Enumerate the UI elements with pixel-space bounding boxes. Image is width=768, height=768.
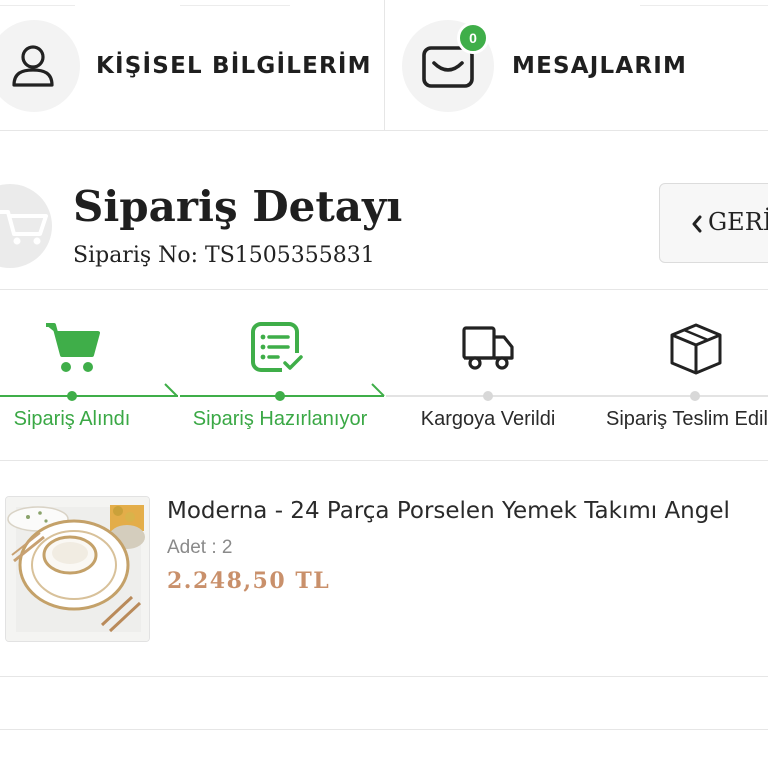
- product-name[interactable]: Moderna - 24 Parça Porselen Yemek Takımı…: [167, 498, 730, 524]
- step-label: Sipariş Hazırlanıyor: [192, 408, 368, 430]
- messages-badge: 0: [457, 22, 489, 54]
- checklist-icon: [251, 322, 304, 373]
- order-item: Moderna - 24 Parça Porselen Yemek Takımı…: [0, 462, 768, 677]
- product-quantity: Adet : 2: [167, 537, 233, 558]
- back-button-label: GERİ: [708, 208, 768, 236]
- step-dot: [483, 391, 493, 401]
- account-nav: KİŞİSEL BİLGİLERİM 0 MESAJLARIM: [0, 0, 768, 131]
- step-label: Sipariş Teslim Edildi: [606, 408, 768, 430]
- nav-item-messages[interactable]: 0 MESAJLARIM: [385, 20, 768, 112]
- nav-messages-label: MESAJLARIM: [512, 53, 688, 79]
- top-edge-line: [640, 0, 768, 6]
- progress-step-shipped: Kargoya Verildi: [386, 291, 586, 461]
- chevron-left-icon: [692, 215, 702, 233]
- nav-profile-label: KİŞİSEL BİLGİLERİM: [96, 53, 372, 79]
- user-icon: [0, 20, 80, 112]
- top-edge-line: [180, 0, 290, 6]
- step-dot: [275, 391, 285, 401]
- step-dot: [690, 391, 700, 401]
- top-edge-line: [0, 0, 75, 6]
- order-progress: Sipariş Alındı Sipariş Hazırlanıyor Karg…: [0, 291, 768, 461]
- product-price: 2.248,50 TL: [167, 568, 331, 594]
- truck-icon: [462, 326, 514, 370]
- cart-icon: [0, 184, 52, 268]
- product-image[interactable]: [5, 496, 150, 642]
- order-header: Sipariş Detayı Sipariş No: TS1505355831 …: [0, 132, 768, 290]
- progress-step-received: Sipariş Alındı: [0, 291, 180, 461]
- progress-step-preparing: Sipariş Hazırlanıyor: [180, 291, 380, 461]
- page-title: Sipariş Detayı: [73, 182, 403, 231]
- order-number: Sipariş No: TS1505355831: [73, 243, 375, 268]
- nav-item-profile[interactable]: KİŞİSEL BİLGİLERİM: [0, 20, 384, 112]
- step-label: Kargoya Verildi: [420, 408, 556, 430]
- progress-step-delivered: Sipariş Teslim Edildi: [592, 291, 768, 461]
- cart-icon: [46, 323, 100, 372]
- order-summary-section: [0, 678, 768, 730]
- box-icon: [670, 323, 722, 375]
- step-dot: [67, 391, 77, 401]
- back-button[interactable]: GERİ: [659, 183, 768, 263]
